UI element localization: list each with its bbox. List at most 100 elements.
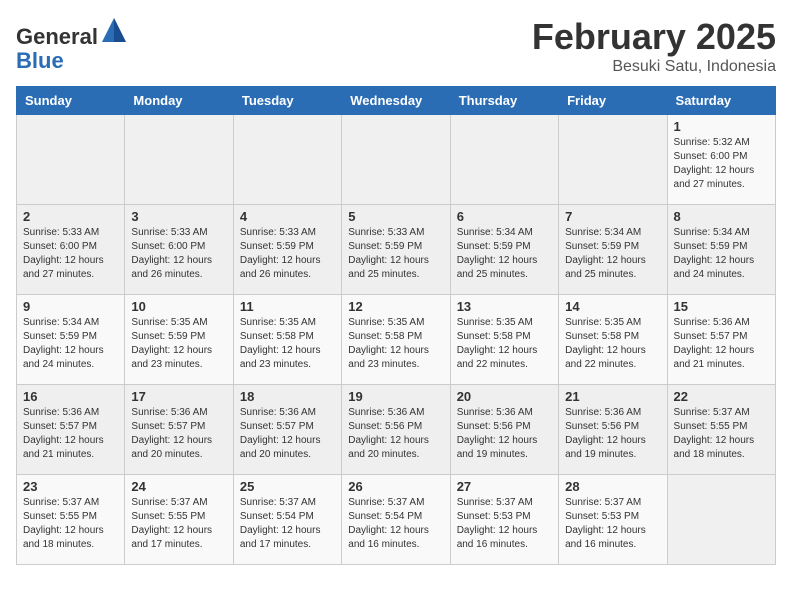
logo: General Blue (16, 16, 128, 73)
calendar-cell: 5 Sunrise: 5:33 AM Sunset: 5:59 PM Daylig… (342, 205, 450, 295)
calendar-cell (342, 115, 450, 205)
calendar-cell: 1 Sunrise: 5:32 AM Sunset: 6:00 PM Daylig… (667, 115, 775, 205)
calendar-cell: 22Sunrise: 5:37 AM Sunset: 5:55 PM Dayli… (667, 385, 775, 475)
calendar-cell: 16 Sunrise: 5:36 AM Sunset: 5:57 PM Dayli… (17, 385, 125, 475)
day-number: 8 (674, 209, 769, 224)
day-number: 26 (348, 479, 443, 494)
day-number: 4 (240, 209, 335, 224)
calendar-cell: 7 Sunrise: 5:34 AM Sunset: 5:59 PM Daylig… (559, 205, 667, 295)
logo-icon (100, 16, 128, 44)
header: General Blue February 2025 Besuki Satu, … (16, 16, 776, 76)
day-number: 17 (131, 389, 226, 404)
day-info: Sunrise: 5:36 AM Sunset: 5:57 PM Dayligh… (240, 406, 335, 462)
day-number: 15 (674, 299, 769, 314)
calendar-cell: 27 Sunrise: 5:37 AM Sunset: 5:53 PM Dayli… (450, 475, 558, 565)
day-number: 1 (674, 119, 769, 134)
day-info: Sunrise: 5:35 AM Sunset: 5:58 PM Dayligh… (348, 316, 443, 372)
calendar-cell: 10 Sunrise: 5:35 AM Sunset: 5:59 PM Dayli… (125, 295, 233, 385)
day-number: 13 (457, 299, 552, 314)
day-number: 14 (565, 299, 660, 314)
calendar-cell: 11 Sunrise: 5:35 AM Sunset: 5:58 PM Dayli… (233, 295, 341, 385)
day-number: 19 (348, 389, 443, 404)
day-number: 9 (23, 299, 118, 314)
day-info: Sunrise: 5:37 AM Sunset: 5:55 PM Dayligh… (131, 496, 226, 552)
day-number: 25 (240, 479, 335, 494)
day-number: 3 (131, 209, 226, 224)
day-header-wednesday: Wednesday (342, 87, 450, 115)
calendar-cell: 14 Sunrise: 5:35 AM Sunset: 5:58 PM Dayli… (559, 295, 667, 385)
calendar-cell: 15 Sunrise: 5:36 AM Sunset: 5:57 PM Dayli… (667, 295, 775, 385)
location: Besuki Satu, Indonesia (532, 58, 776, 76)
day-number: 2 (23, 209, 118, 224)
day-info: Sunrise: 5:36 AM Sunset: 5:57 PM Dayligh… (23, 406, 118, 462)
calendar-cell: 4 Sunrise: 5:33 AM Sunset: 5:59 PM Daylig… (233, 205, 341, 295)
calendar-cell: 3 Sunrise: 5:33 AM Sunset: 6:00 PM Daylig… (125, 205, 233, 295)
day-info: Sunrise: 5:37 AM Sunset: 5:53 PM Dayligh… (457, 496, 552, 552)
day-number: 24 (131, 479, 226, 494)
calendar-cell (17, 115, 125, 205)
logo-blue-text: Blue (16, 48, 64, 73)
day-info: Sunrise: 5:37 AM Sunset: 5:53 PM Dayligh… (565, 496, 660, 552)
day-header-saturday: Saturday (667, 87, 775, 115)
week-row-4: 16 Sunrise: 5:36 AM Sunset: 5:57 PM Dayli… (17, 385, 776, 475)
day-number: 20 (457, 389, 552, 404)
week-row-1: 1 Sunrise: 5:32 AM Sunset: 6:00 PM Daylig… (17, 115, 776, 205)
day-info: Sunrise: 5:35 AM Sunset: 5:58 PM Dayligh… (565, 316, 660, 372)
day-info: Sunrise: 5:33 AM Sunset: 5:59 PM Dayligh… (240, 226, 335, 282)
day-info: Sunrise: 5:33 AM Sunset: 5:59 PM Dayligh… (348, 226, 443, 282)
day-number: 16 (23, 389, 118, 404)
day-number: 6 (457, 209, 552, 224)
day-header-thursday: Thursday (450, 87, 558, 115)
day-header-monday: Monday (125, 87, 233, 115)
day-info: Sunrise: 5:34 AM Sunset: 5:59 PM Dayligh… (457, 226, 552, 282)
day-info: Sunrise: 5:37 AM Sunset: 5:55 PM Dayligh… (674, 406, 769, 462)
day-number: 23 (23, 479, 118, 494)
calendar-cell: 9Sunrise: 5:34 AM Sunset: 5:59 PM Daylig… (17, 295, 125, 385)
day-info: Sunrise: 5:37 AM Sunset: 5:54 PM Dayligh… (240, 496, 335, 552)
calendar-cell (450, 115, 558, 205)
day-number: 7 (565, 209, 660, 224)
calendar-cell: 17 Sunrise: 5:36 AM Sunset: 5:57 PM Dayli… (125, 385, 233, 475)
calendar-cell: 13 Sunrise: 5:35 AM Sunset: 5:58 PM Dayli… (450, 295, 558, 385)
calendar-cell: 20Sunrise: 5:36 AM Sunset: 5:56 PM Dayli… (450, 385, 558, 475)
day-info: Sunrise: 5:32 AM Sunset: 6:00 PM Dayligh… (674, 136, 769, 192)
day-header-tuesday: Tuesday (233, 87, 341, 115)
day-number: 10 (131, 299, 226, 314)
calendar-cell: 23 Sunrise: 5:37 AM Sunset: 5:55 PM Dayli… (17, 475, 125, 565)
day-number: 12 (348, 299, 443, 314)
calendar-cell (233, 115, 341, 205)
day-info: Sunrise: 5:34 AM Sunset: 5:59 PM Dayligh… (674, 226, 769, 282)
day-info: Sunrise: 5:36 AM Sunset: 5:57 PM Dayligh… (131, 406, 226, 462)
day-info: Sunrise: 5:35 AM Sunset: 5:58 PM Dayligh… (457, 316, 552, 372)
day-number: 28 (565, 479, 660, 494)
calendar-header: SundayMondayTuesdayWednesdayThursdayFrid… (17, 87, 776, 115)
calendar-cell (559, 115, 667, 205)
calendar-cell: 8 Sunrise: 5:34 AM Sunset: 5:59 PM Daylig… (667, 205, 775, 295)
day-number: 27 (457, 479, 552, 494)
day-info: Sunrise: 5:36 AM Sunset: 5:57 PM Dayligh… (674, 316, 769, 372)
calendar-cell: 12 Sunrise: 5:35 AM Sunset: 5:58 PM Dayli… (342, 295, 450, 385)
title-block: February 2025 Besuki Satu, Indonesia (532, 16, 776, 76)
day-header-friday: Friday (559, 87, 667, 115)
day-info: Sunrise: 5:33 AM Sunset: 6:00 PM Dayligh… (23, 226, 118, 282)
calendar-cell: 24 Sunrise: 5:37 AM Sunset: 5:55 PM Dayli… (125, 475, 233, 565)
calendar-cell: 28 Sunrise: 5:37 AM Sunset: 5:53 PM Dayli… (559, 475, 667, 565)
calendar-cell: 26 Sunrise: 5:37 AM Sunset: 5:54 PM Dayli… (342, 475, 450, 565)
day-info: Sunrise: 5:35 AM Sunset: 5:58 PM Dayligh… (240, 316, 335, 372)
calendar-cell: 21 Sunrise: 5:36 AM Sunset: 5:56 PM Dayli… (559, 385, 667, 475)
month-title: February 2025 (532, 16, 776, 58)
day-info: Sunrise: 5:37 AM Sunset: 5:54 PM Dayligh… (348, 496, 443, 552)
day-info: Sunrise: 5:36 AM Sunset: 5:56 PM Dayligh… (565, 406, 660, 462)
calendar-cell (667, 475, 775, 565)
day-info: Sunrise: 5:37 AM Sunset: 5:55 PM Dayligh… (23, 496, 118, 552)
day-number: 5 (348, 209, 443, 224)
week-row-3: 9Sunrise: 5:34 AM Sunset: 5:59 PM Daylig… (17, 295, 776, 385)
day-info: Sunrise: 5:34 AM Sunset: 5:59 PM Dayligh… (565, 226, 660, 282)
day-number: 21 (565, 389, 660, 404)
calendar-cell: 18Sunrise: 5:36 AM Sunset: 5:57 PM Dayli… (233, 385, 341, 475)
day-info: Sunrise: 5:36 AM Sunset: 5:56 PM Dayligh… (348, 406, 443, 462)
day-info: Sunrise: 5:33 AM Sunset: 6:00 PM Dayligh… (131, 226, 226, 282)
calendar-cell: 25 Sunrise: 5:37 AM Sunset: 5:54 PM Dayli… (233, 475, 341, 565)
day-info: Sunrise: 5:35 AM Sunset: 5:59 PM Dayligh… (131, 316, 226, 372)
day-number: 11 (240, 299, 335, 314)
